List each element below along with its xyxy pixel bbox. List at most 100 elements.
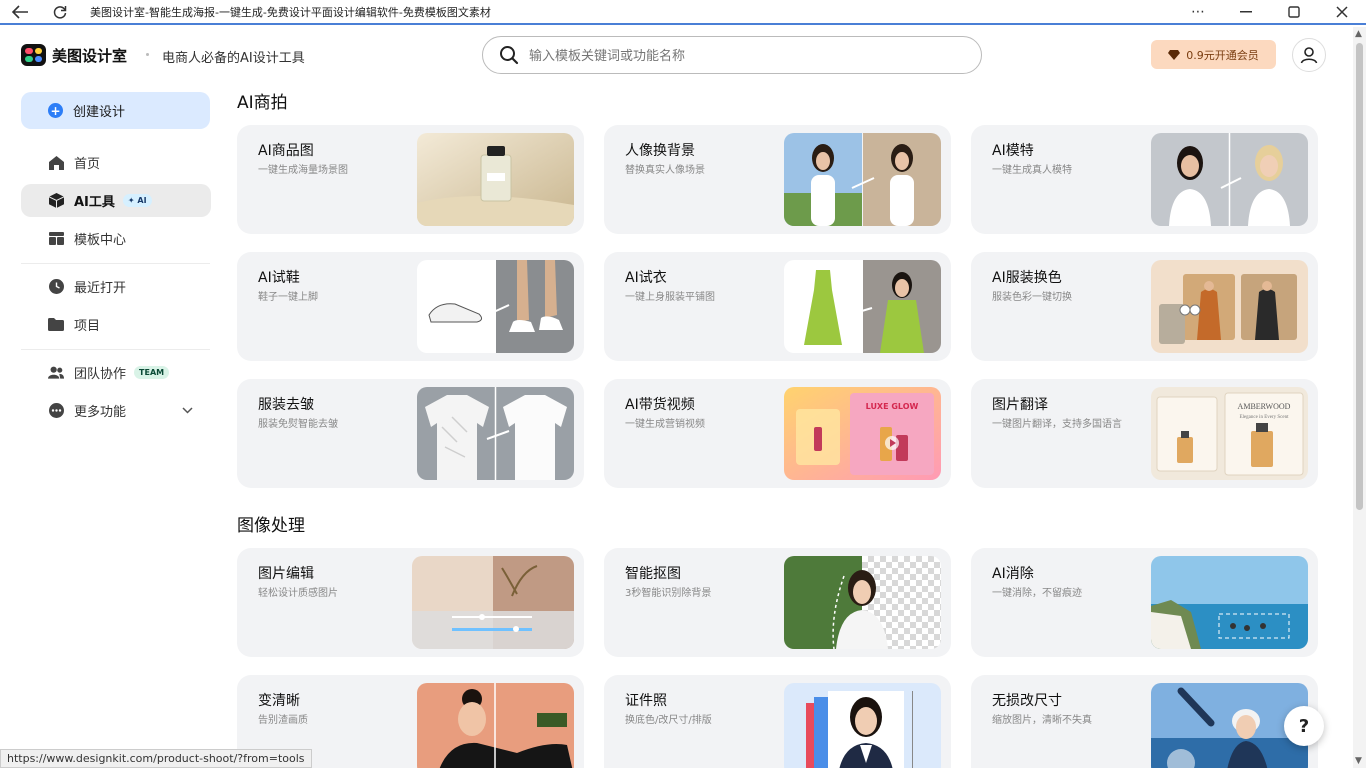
create-design-button[interactable]: + 创建设计 (21, 92, 210, 129)
help-button[interactable]: ? (1284, 706, 1324, 746)
dewrinkle-thumbnail (417, 387, 574, 480)
shoe-try-thumbnail (417, 260, 574, 353)
scroll-down-icon[interactable]: ▼ (1355, 756, 1362, 766)
sidebar-item-recent[interactable]: 最近打开 (21, 270, 211, 303)
clock-icon (48, 279, 64, 295)
sidebar-item-ai-tools[interactable]: AI工具 ✦ AI (21, 184, 211, 217)
card-desc: 一键消除，不留痕迹 (992, 588, 1082, 599)
minimize-icon[interactable] (1222, 0, 1270, 24)
brand-name[interactable]: 美图设计室 (52, 45, 127, 66)
card-desc: 告别渣画质 (258, 715, 308, 726)
sidebar-item-projects[interactable]: 项目 (21, 308, 211, 341)
chevron-down-icon[interactable] (182, 403, 193, 418)
sidebar-divider (21, 263, 210, 264)
tool-card-ai-product-image[interactable]: AI商品图 一键生成海量场景图 (237, 125, 584, 234)
tool-card-ai-erase[interactable]: AI消除 一键消除，不留痕迹 (971, 548, 1318, 657)
enhance-thumbnail (417, 683, 574, 768)
card-title: AI消除 (992, 566, 1034, 582)
back-icon[interactable] (0, 0, 40, 24)
search-input[interactable] (529, 47, 929, 63)
create-design-label: 创建设计 (73, 105, 126, 120)
card-title: 变清晰 (258, 693, 300, 709)
window-title: 美图设计室-智能生成海报-一键生成-免费设计平面设计编辑软件-免费模板图文素材 (90, 5, 491, 19)
amberwood-text: AMBERWOOD (1238, 402, 1291, 411)
sidebar-item-label: 更多功能 (74, 405, 127, 420)
sidebar-item-templates[interactable]: 模板中心 (21, 222, 211, 255)
sidebar-item-label: 团队协作 (74, 367, 127, 382)
card-desc: 一键生成海量场景图 (258, 165, 348, 176)
tool-card-image-edit[interactable]: 图片编辑 轻松设计质感图片 (237, 548, 584, 657)
tool-card-portrait-background[interactable]: 人像换背景 替换真实人像场景 (604, 125, 951, 234)
tool-card-image-translate[interactable]: 图片翻译 一键图片翻译，支持多国语言 AMBERWOOD Elegance in … (971, 379, 1318, 488)
cube-icon (48, 193, 64, 209)
smart-cutout-thumbnail (784, 556, 941, 649)
refresh-icon[interactable] (40, 0, 80, 24)
team-icon (48, 365, 64, 381)
tool-card-smart-cutout[interactable]: 智能抠图 3秒智能识别除背景 (604, 548, 951, 657)
menu-dots-icon[interactable]: ⋯ (1174, 0, 1222, 24)
sidebar-item-label: 最近打开 (74, 281, 127, 296)
vip-button[interactable]: 0.9元开通会员 (1151, 40, 1276, 69)
dress-try-thumbnail (784, 260, 941, 353)
card-title: AI服装换色 (992, 270, 1062, 286)
status-url: https://www.designkit.com/product-shoot/… (0, 749, 312, 768)
card-title: 无损改尺寸 (992, 693, 1062, 709)
tool-card-ai-shoe-try[interactable]: AI试鞋 鞋子一键上脚 (237, 252, 584, 361)
card-desc: 一键图片翻译，支持多国语言 (992, 419, 1122, 430)
tool-card-ai-clothing-color[interactable]: AI服装换色 服装色彩一键切换 (971, 252, 1318, 361)
image-translate-thumbnail: AMBERWOOD Elegance in Every Scent (1151, 387, 1308, 480)
tool-card-ai-dress-try[interactable]: AI试衣 一键上身服装平铺图 (604, 252, 951, 361)
tool-card-lossless-resize[interactable]: 无损改尺寸 缩放图片，清晰不失真 (971, 675, 1318, 768)
card-title: 图片翻译 (992, 397, 1048, 413)
card-desc: 一键生成营销视频 (625, 419, 705, 430)
ai-erase-thumbnail (1151, 556, 1308, 649)
ai-badge: ✦ AI (122, 194, 152, 207)
tool-card-clothing-dewrinkle[interactable]: 服装去皱 服装免熨智能去皱 (237, 379, 584, 488)
id-photo-thumbnail (784, 683, 941, 768)
sidebar-item-label: 项目 (74, 319, 101, 334)
sidebar-item-label: AI工具 (74, 195, 115, 210)
sidebar-item-home[interactable]: 首页 (21, 146, 211, 179)
more-icon (48, 403, 64, 419)
luxe-glow-text: LUXE GLOW (866, 402, 919, 411)
page-scrollbar[interactable]: ▲ ▼ (1353, 27, 1366, 768)
sidebar-divider (21, 349, 210, 350)
brand-logo-icon[interactable] (21, 44, 46, 66)
sidebar-item-label: 首页 (74, 157, 101, 172)
card-desc: 换底色/改尺寸/排版 (625, 715, 712, 726)
close-icon[interactable] (1318, 0, 1366, 24)
tool-card-ai-sales-video[interactable]: AI带货视频 一键生成营销视频 LUXE GLOW (604, 379, 951, 488)
card-desc: 一键上身服装平铺图 (625, 292, 715, 303)
diamond-icon (1168, 49, 1181, 60)
ai-model-thumbnail (1151, 133, 1308, 226)
card-grid-image-processing: 图片编辑 轻松设计质感图片 智能抠图 3秒智能识别除背景 AI消除 一键消除，不… (237, 548, 1319, 768)
sidebar-item-team[interactable]: 团队协作 TEAM (21, 356, 211, 389)
card-title: AI试衣 (625, 270, 667, 286)
team-badge: TEAM (134, 366, 170, 379)
portrait-background-thumbnail (784, 133, 941, 226)
card-desc: 服装色彩一键切换 (992, 292, 1072, 303)
card-grid-ai-shoot: AI商品图 一键生成海量场景图 人像换背景 替换真实人像场景 AI模特 一键生成… (237, 125, 1319, 488)
tool-card-id-photo[interactable]: 证件照 换底色/改尺寸/排版 (604, 675, 951, 768)
search-box[interactable] (482, 36, 982, 74)
sidebar-item-more[interactable]: 更多功能 (21, 394, 211, 427)
sidebar: + 创建设计 首页 AI工具 ✦ AI 模板中心 最近打开 项目 团队协作 TE… (21, 92, 211, 427)
scroll-up-icon[interactable]: ▲ (1355, 29, 1362, 39)
user-avatar-icon[interactable] (1292, 38, 1326, 72)
maximize-icon[interactable] (1270, 0, 1318, 24)
tool-card-ai-model[interactable]: AI模特 一键生成真人模特 (971, 125, 1318, 234)
card-title: AI试鞋 (258, 270, 300, 286)
card-title: 人像换背景 (625, 143, 695, 159)
card-title: AI模特 (992, 143, 1034, 159)
sidebar-item-label: 模板中心 (74, 233, 127, 248)
card-desc: 3秒智能识别除背景 (625, 588, 712, 599)
image-edit-thumbnail (412, 556, 574, 649)
vip-label: 0.9元开通会员 (1186, 48, 1259, 62)
folder-icon (48, 317, 64, 333)
clothing-color-thumbnail (1151, 260, 1308, 353)
card-title: 智能抠图 (625, 566, 681, 582)
card-desc: 替换真实人像场景 (625, 165, 705, 176)
main-content: AI商拍 AI商品图 一键生成海量场景图 人像换背景 替换真实人像场景 AI模特… (237, 92, 1319, 768)
card-title: 证件照 (625, 693, 667, 709)
scrollbar-thumb[interactable] (1356, 43, 1363, 510)
